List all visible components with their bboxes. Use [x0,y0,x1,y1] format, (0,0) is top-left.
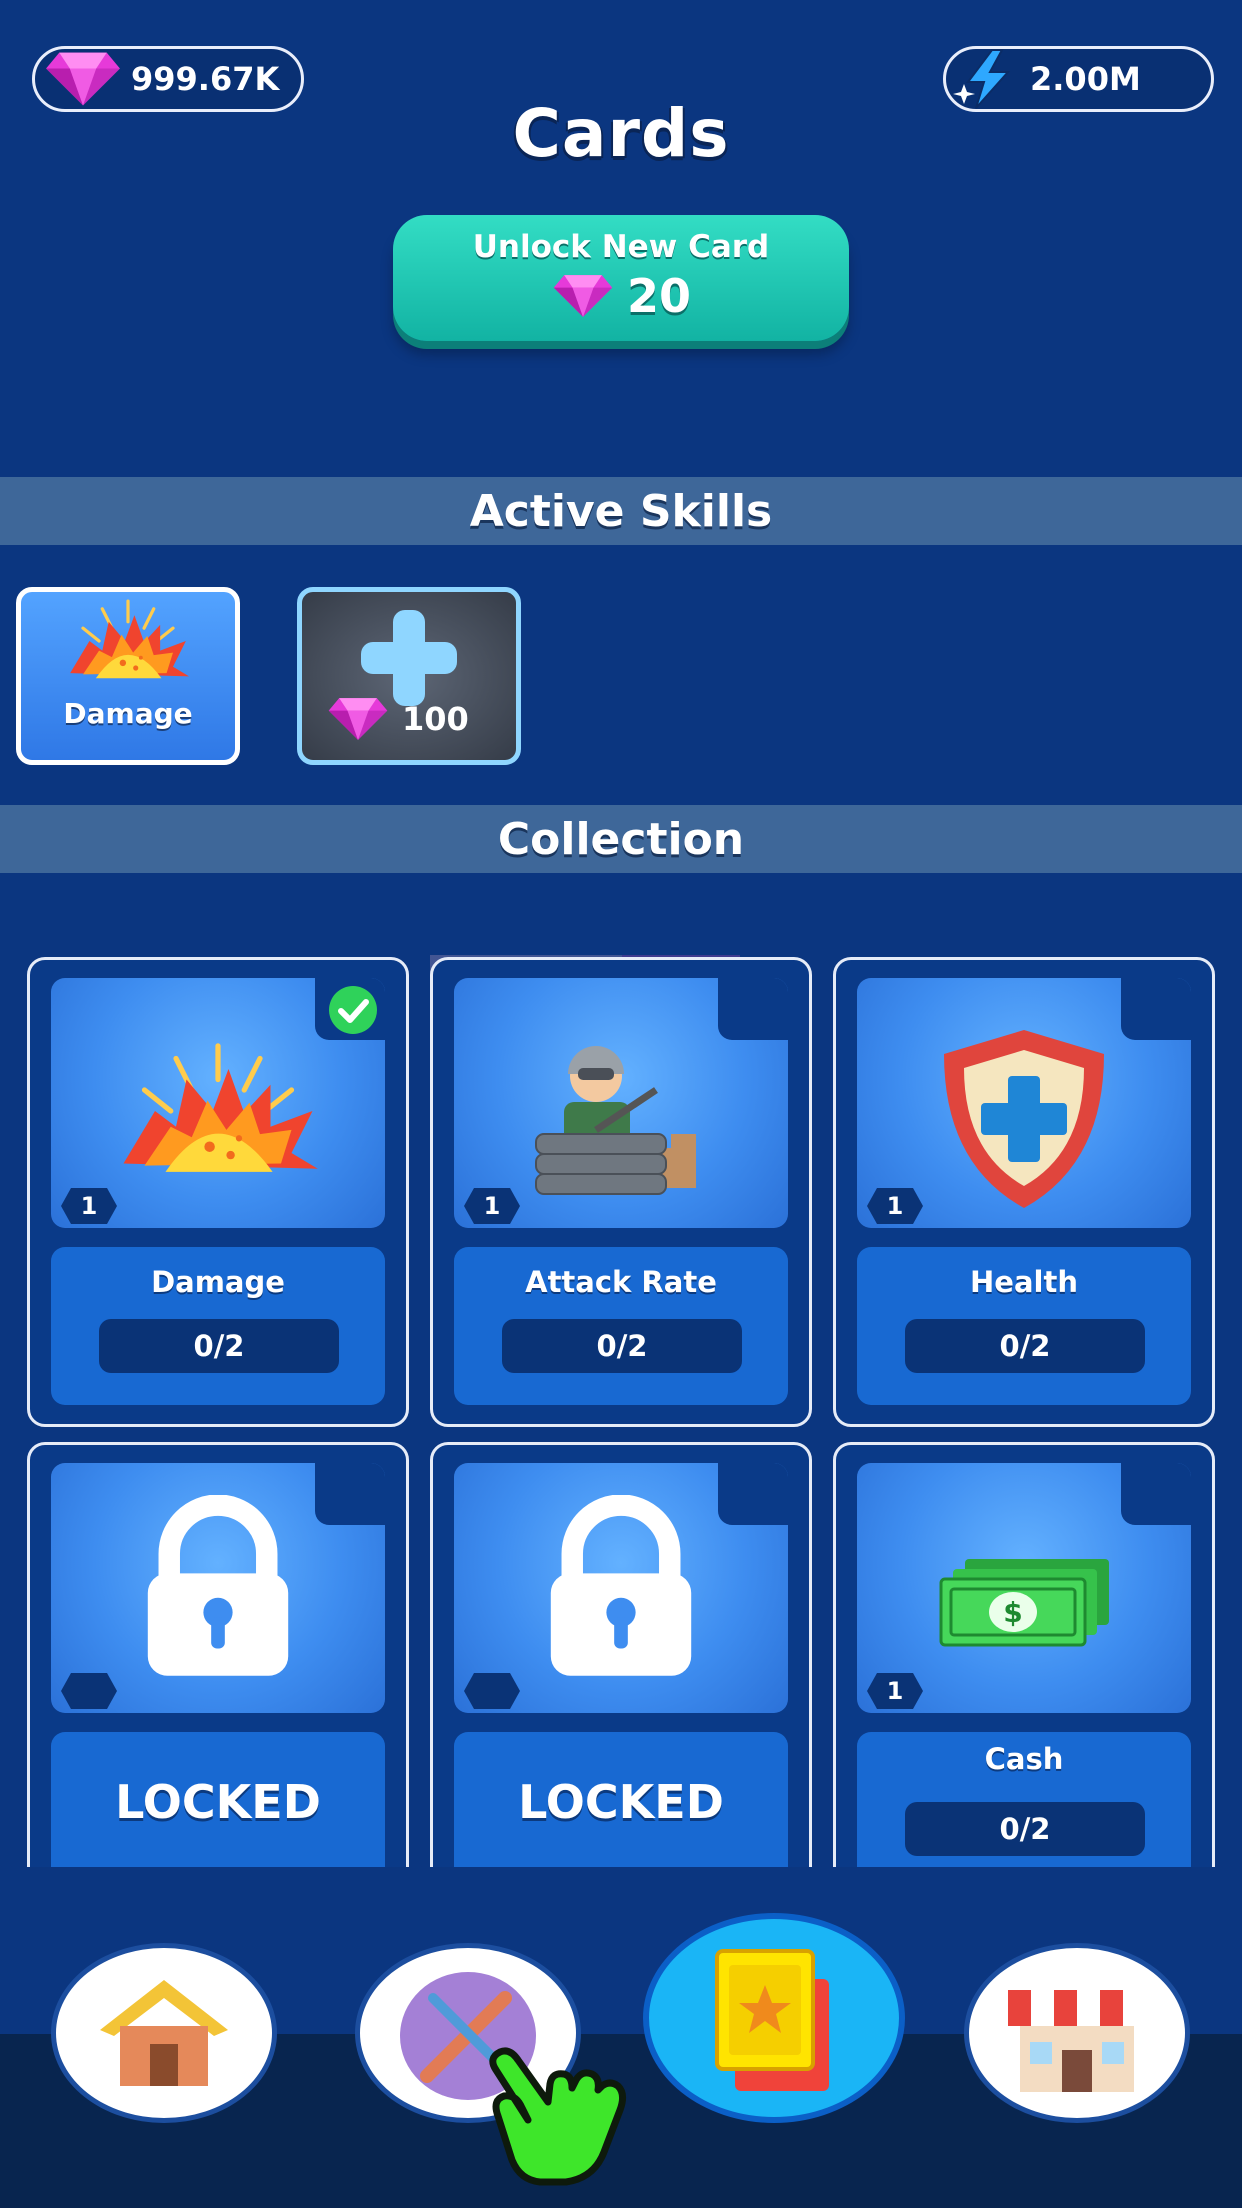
card-locked[interactable]: LOCKED [430,1442,812,1867]
cash-icon: $ [939,1559,1109,1647]
card-name: Cash [984,1742,1064,1776]
card-level: 1 [886,1192,904,1220]
nav-shop-button[interactable] [964,1943,1190,2123]
card-info: LOCKED [454,1732,788,1867]
card-art: $ 1 [857,1463,1191,1713]
shop-icon [1008,1990,1146,2092]
card-level-badge [462,1671,522,1711]
add-slot-cost: 100 [326,696,469,742]
svg-text:$: $ [1003,1596,1022,1629]
active-skill-name: Damage [63,697,193,730]
card-level: 1 [483,1192,501,1220]
active-skill-damage[interactable]: Damage [16,587,240,765]
card-info: LOCKED [51,1732,385,1867]
card-art [454,1463,788,1713]
soldier-icon [535,1046,696,1195]
card-level: 1 [80,1192,98,1220]
page-title: Cards [512,95,730,172]
collection-heading: Collection [0,805,1242,873]
card-art: 1 [857,978,1191,1228]
home-icon [100,1980,228,2086]
card-name: Attack Rate [525,1265,717,1299]
card-locked-label: LOCKED [115,1775,321,1829]
card-art: 1 [454,978,788,1228]
card-locked[interactable]: LOCKED [27,1442,409,1867]
unlock-label: Unlock New Card [472,229,770,265]
card-name: Damage [151,1265,285,1299]
add-skill-slot-button[interactable]: 100 [297,587,521,765]
energy-value: 2.00M [1030,60,1141,98]
card-progress: 0/2 [502,1319,742,1373]
card-art [51,1463,385,1713]
card-corner [1121,978,1191,1040]
card-name: Health [970,1265,1078,1299]
card-corner [1121,1463,1191,1525]
explosion-icon [113,1036,323,1186]
gems-value: 999.67K [131,60,280,98]
lock-icon [140,1495,296,1681]
card-level-badge: 1 [865,1671,925,1711]
gem-icon [551,273,615,319]
nav-home-button[interactable] [51,1943,277,2123]
card-level-badge [59,1671,119,1711]
unlock-cost-value: 20 [626,269,691,323]
card-level: 1 [886,1677,904,1705]
collection-grid[interactable]: 1 Damage 0/2 1 Attack Rate 0/2 1 Health … [0,955,1242,1867]
card-progress: 0/2 [905,1802,1145,1856]
card-level-badge: 1 [865,1186,925,1226]
card-locked-label: LOCKED [518,1775,724,1829]
card-info: Health 0/2 [857,1247,1191,1405]
card-corner [718,978,788,1040]
card-progress: 0/2 [99,1319,339,1373]
card-health[interactable]: 1 Health 0/2 [833,957,1215,1427]
shield-icon [944,1030,1104,1208]
card-corner [718,1463,788,1525]
card-attack-rate[interactable]: 1 Attack Rate 0/2 [430,957,812,1427]
card-progress: 0/2 [905,1319,1145,1373]
pointing-hand-icon [489,2047,627,2186]
equipped-check-icon [329,986,377,1034]
card-level-badge: 1 [59,1186,119,1226]
active-skills-heading: Active Skills [0,477,1242,545]
card-info: Attack Rate 0/2 [454,1247,788,1405]
card-art: 1 [51,978,385,1228]
lock-icon [543,1495,699,1681]
card-corner [315,1463,385,1525]
gem-icon [326,696,390,742]
card-info: Cash 0/2 [857,1732,1191,1867]
explosion-icon [63,596,193,686]
cards-icon [715,1949,829,2091]
unlock-cost: 20 [393,269,849,323]
plus-icon [361,610,457,706]
add-slot-cost-value: 100 [402,700,469,738]
nav-cards-button[interactable] [643,1913,905,2123]
unlock-new-card-button[interactable]: Unlock New Card 20 [393,215,849,341]
card-damage[interactable]: 1 Damage 0/2 [27,957,409,1427]
card-cash[interactable]: $ 1 Cash 0/2 [833,1442,1215,1867]
card-info: Damage 0/2 [51,1247,385,1405]
card-level-badge: 1 [462,1186,522,1226]
